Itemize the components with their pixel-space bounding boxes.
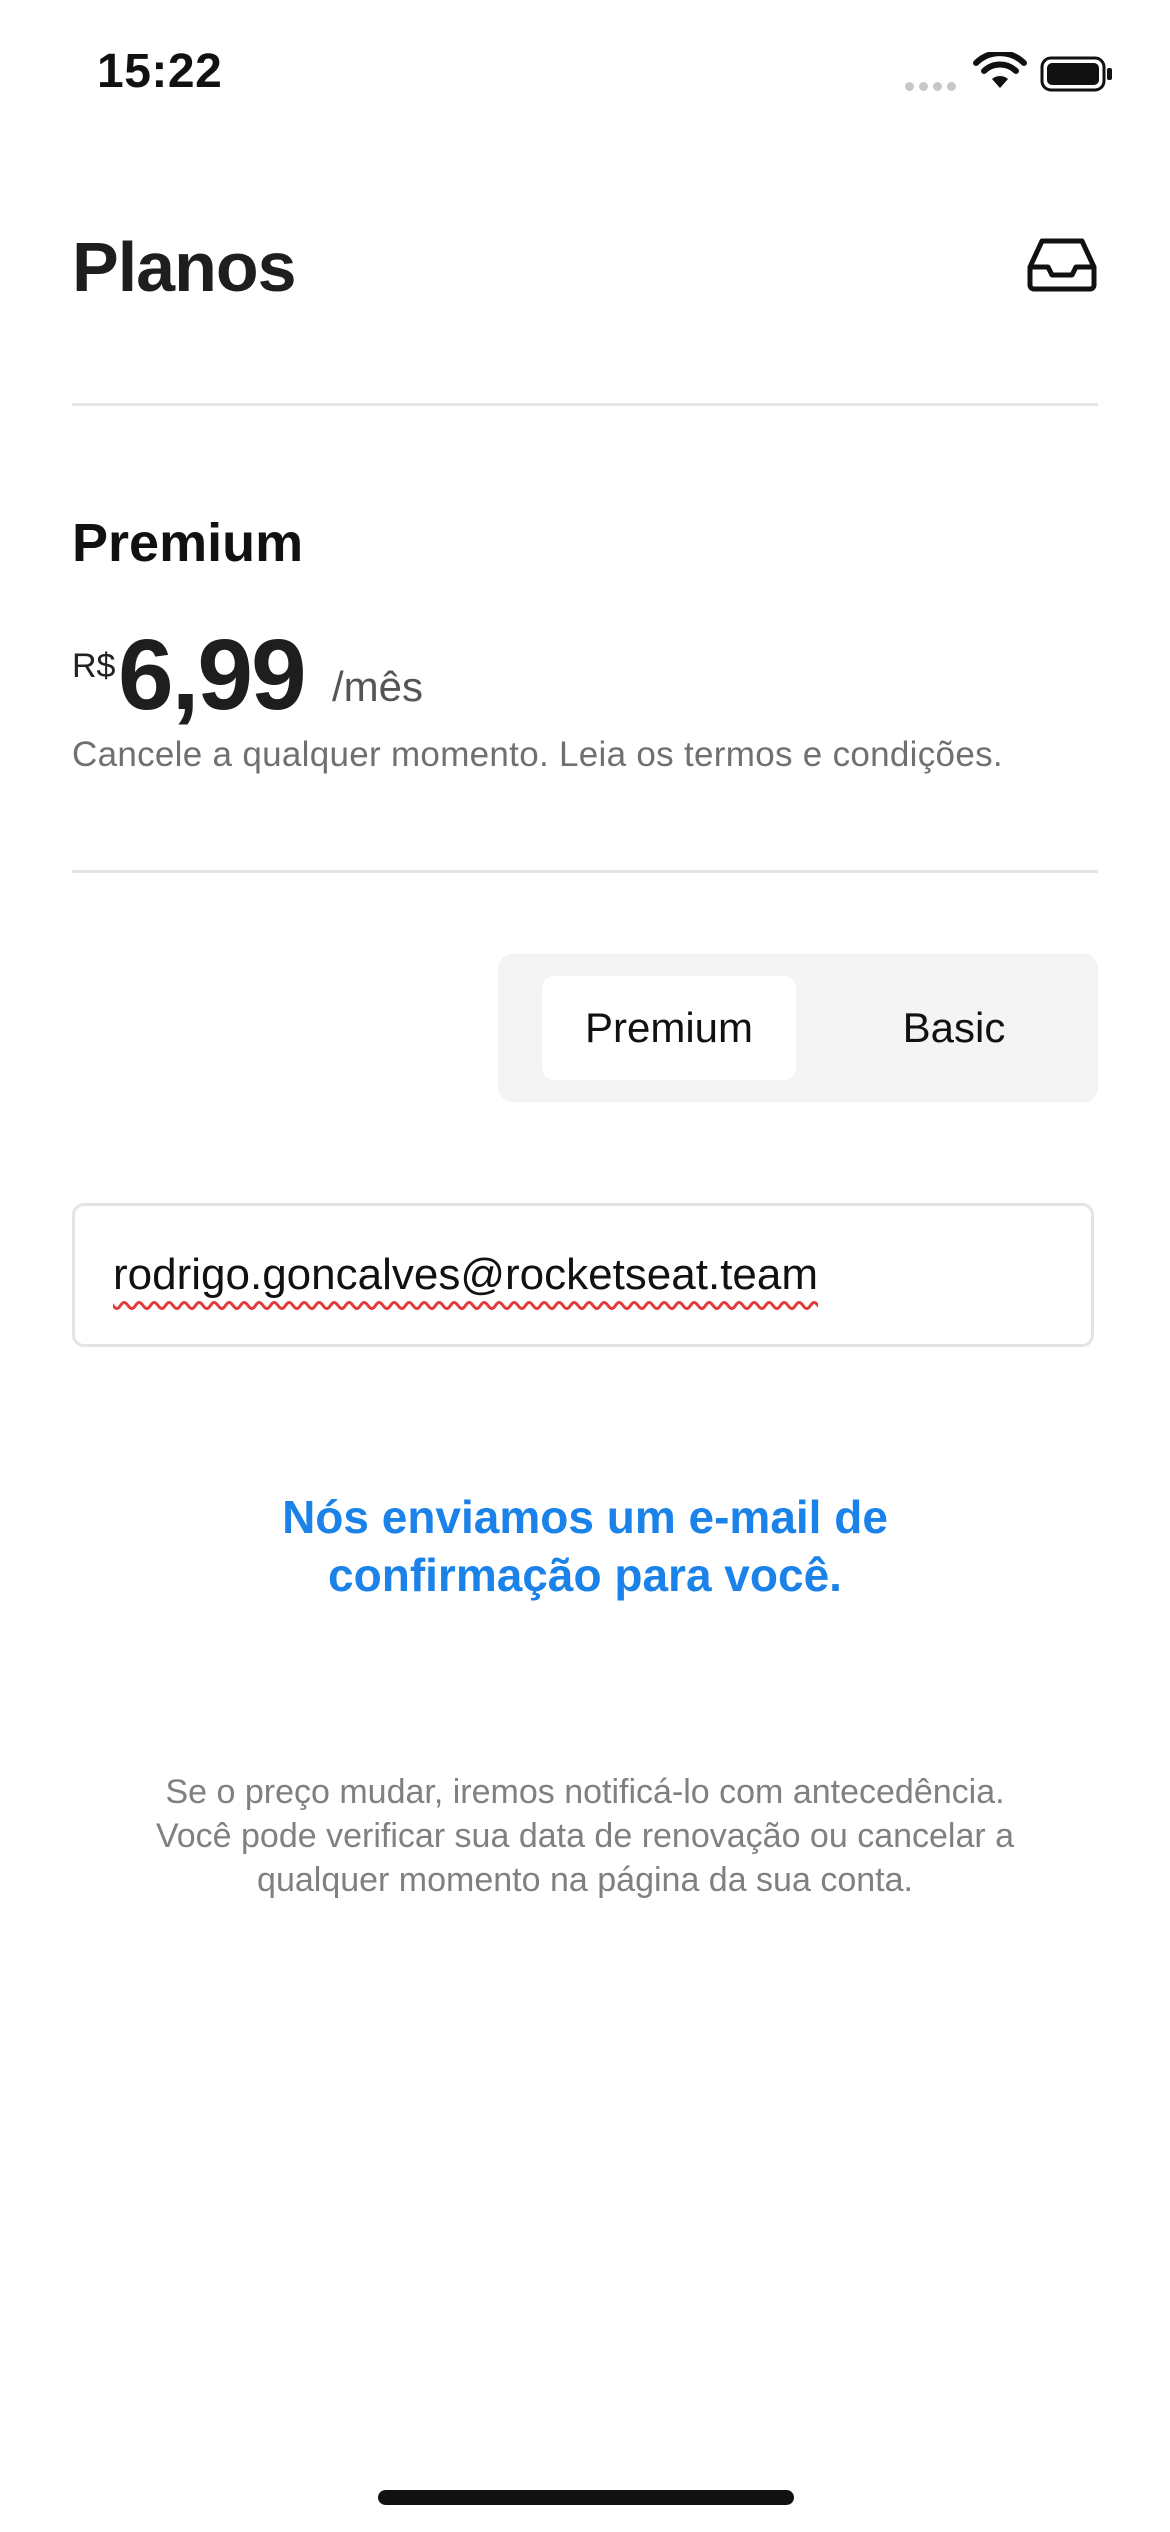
confirmation-line-2: confirmação para você. (328, 1549, 842, 1601)
home-indicator[interactable] (378, 2490, 794, 2505)
segment-premium[interactable]: Premium (542, 976, 796, 1080)
email-field[interactable]: rodrigo.goncalves@rocketseat.team (72, 1203, 1094, 1347)
terms-text: Cancele a qualquer momento. Leia os term… (72, 735, 1003, 774)
inbox-icon[interactable] (1026, 235, 1098, 295)
confirmation-line-1: Nós enviamos um e-mail de (282, 1491, 888, 1543)
footnote-line-1: Se o preço mudar, iremos notificá-lo com… (165, 1773, 1005, 1811)
plan-name: Premium (72, 513, 304, 573)
plan-segmented-control: Premium Basic (498, 954, 1098, 1102)
cellular-signal-icon (905, 82, 956, 91)
battery-icon (1040, 56, 1112, 92)
header: Planos (72, 215, 1098, 315)
status-time: 15:22 (97, 45, 223, 98)
email-value: rodrigo.goncalves@rocketseat.team (113, 1250, 819, 1299)
price-period: /mês (332, 663, 424, 710)
wifi-icon (973, 52, 1027, 88)
status-bar: 15:22 (0, 0, 1170, 150)
page-title: Planos (72, 228, 297, 306)
price-currency: R$ (72, 647, 116, 685)
segment-basic[interactable]: Basic (836, 976, 1072, 1080)
footnote-line-2: Você pode verificar sua data de renovaçã… (155, 1817, 1015, 1855)
footnote-line-3: qualquer momento na página da sua conta. (257, 1861, 913, 1899)
price-amount: 6,99 (118, 619, 307, 731)
price-change-notice: Se o preço mudar, iremos notificá-lo com… (0, 1770, 1170, 1902)
divider (72, 403, 1098, 406)
confirmation-message: Nós enviamos um e-mail de confirmação pa… (0, 1488, 1170, 1604)
divider (72, 870, 1098, 873)
